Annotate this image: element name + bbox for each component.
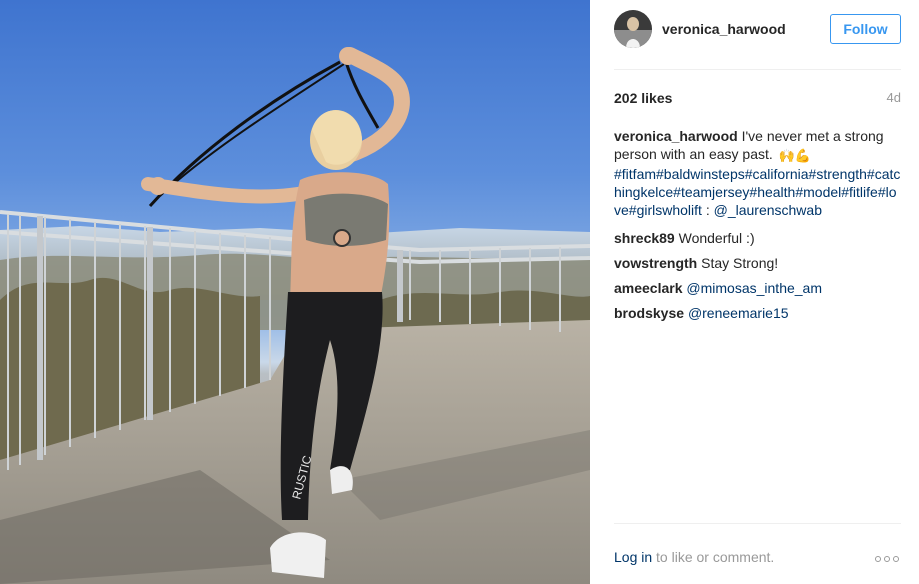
comment-username[interactable]: ameeclark xyxy=(614,280,683,296)
photo-illustration: RUSTIC xyxy=(0,47,590,584)
post-header: veronica_harwood Follow xyxy=(614,10,901,50)
post-photo[interactable]: RUSTIC xyxy=(0,0,590,584)
caption: veronica_harwood I've never met a strong… xyxy=(614,127,901,219)
more-options-icon[interactable] xyxy=(875,551,901,565)
caption-mention[interactable]: @_laurenschwab xyxy=(714,202,822,218)
post-details: veronica_harwood Follow 202 likes 4d ver… xyxy=(590,0,919,584)
caption-separator: : xyxy=(701,202,714,218)
username-link[interactable]: veronica_harwood xyxy=(662,21,786,37)
avatar[interactable] xyxy=(614,10,652,48)
more-dot xyxy=(893,556,899,562)
comment-username[interactable]: vowstrength xyxy=(614,255,697,271)
post-age[interactable]: 4d xyxy=(887,90,901,105)
header-divider xyxy=(614,69,901,70)
footer-divider xyxy=(614,523,901,524)
comment-item: brodskyse @reneemarie15 xyxy=(614,304,901,322)
comment-item: vowstrength Stay Strong! xyxy=(614,254,901,272)
comment-list: veronica_harwood I've never met a strong… xyxy=(614,127,901,329)
footer-text: to like or comment. xyxy=(652,549,775,565)
likes-count[interactable]: 202 likes xyxy=(614,90,672,106)
post-stats: 202 likes 4d xyxy=(614,90,901,108)
comment-item: ameeclark @mimosas_inthe_am xyxy=(614,279,901,297)
comment-text: Wonderful :) xyxy=(674,230,755,246)
comment-mention[interactable]: @reneemarie15 xyxy=(688,305,789,321)
comment-mention[interactable]: @mimosas_inthe_am xyxy=(686,280,822,296)
raised-hands-flexed-biceps-emoji: 🙌💪 xyxy=(778,148,812,163)
comment-item: shreck89 Wonderful :) xyxy=(614,229,901,247)
follow-button[interactable]: Follow xyxy=(830,14,901,44)
login-link[interactable]: Log in xyxy=(614,549,652,565)
more-dot xyxy=(875,556,881,562)
avatar-image xyxy=(614,10,652,48)
more-dot xyxy=(884,556,890,562)
comment-username[interactable]: shreck89 xyxy=(614,230,675,246)
comment-text: Stay Strong! xyxy=(697,255,779,271)
post-footer: Log in to like or comment. xyxy=(614,549,901,569)
caption-username[interactable]: veronica_harwood xyxy=(614,128,738,144)
post-view: RUSTIC veronica_harwood Follow 202 likes… xyxy=(0,0,919,584)
comment-username[interactable]: brodskyse xyxy=(614,305,684,321)
